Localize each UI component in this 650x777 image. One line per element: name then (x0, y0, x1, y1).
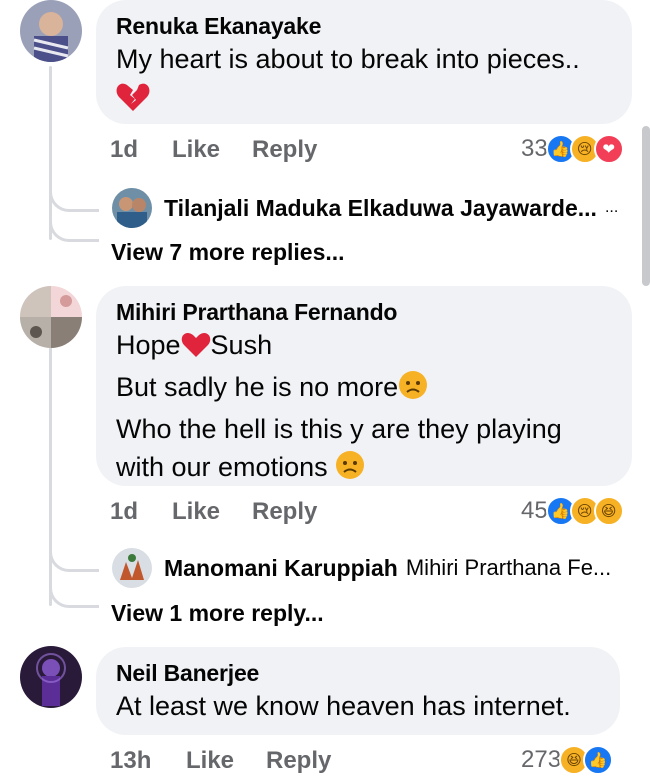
haha-icon: 😆 (593, 496, 624, 526)
reply-preview[interactable]: Manomani Karuppiah Mihiri Prarthana Fe..… (112, 548, 611, 588)
reaction-summary[interactable]: 45 👍 😢 😆 (521, 496, 624, 526)
comment-time[interactable]: 1d (110, 136, 138, 164)
comment-author[interactable]: Neil Banerjee (116, 659, 600, 687)
comment-bubble: Renuka Ekanayake My heart is about to br… (96, 0, 632, 124)
reply-author[interactable]: Manomani Karuppiah (164, 555, 398, 582)
like-icon: 👍 (583, 745, 614, 775)
reply-button[interactable]: Reply (252, 136, 317, 164)
reply-author[interactable]: Tilanjali Maduka Elkaduwa Jayawarde... (164, 195, 597, 222)
reply-preview[interactable]: Tilanjali Maduka Elkaduwa Jayawarde... .… (112, 188, 618, 228)
reaction-summary[interactable]: 273 😆 👍 (521, 745, 614, 775)
heart-icon (181, 330, 211, 368)
comment-text: with our emotions (116, 452, 328, 482)
thread-branch (49, 216, 99, 242)
comment-text-line: But sadly he is no more (116, 368, 612, 410)
avatar (112, 548, 152, 588)
avatar[interactable] (20, 646, 82, 708)
comment-text: Sush (210, 330, 273, 360)
reaction-count: 33 (521, 135, 548, 162)
comment-bubble: Mihiri Prarthana Fernando Hope Sush But s… (96, 286, 632, 486)
like-button[interactable]: Like (186, 747, 234, 775)
comment-text: But sadly he is no more (116, 372, 399, 402)
thread-line (49, 346, 52, 606)
thread-line (49, 66, 52, 240)
like-button[interactable]: Like (172, 498, 220, 526)
comment-text: Hope (116, 330, 181, 360)
comment-time[interactable]: 1d (110, 498, 138, 526)
comment-bubble: Neil Banerjee At least we know heaven ha… (96, 647, 620, 735)
like-button[interactable]: Like (172, 136, 220, 164)
avatar[interactable] (20, 0, 82, 62)
comment-text: My heart is about to break into pieces.. (116, 44, 580, 74)
reply-button[interactable]: Reply (252, 498, 317, 526)
love-icon: ❤ (593, 134, 624, 164)
broken-heart-icon (116, 82, 612, 117)
comment-text-line: with our emotions (116, 448, 612, 490)
avatar (112, 188, 152, 228)
reaction-count: 273 (521, 746, 562, 773)
sad-emoji-icon (335, 450, 365, 490)
reaction-summary[interactable]: 33 👍 😢 ❤ (521, 134, 624, 164)
comment-text-line: Hope Sush (116, 326, 612, 368)
comment-text: Who the hell is this y are they playing (116, 414, 562, 444)
comment-text: At least we know heaven has internet. (116, 691, 571, 721)
comment-author[interactable]: Mihiri Prarthana Fernando (116, 298, 612, 326)
sad-emoji-icon (398, 370, 428, 410)
reply-text: Mihiri Prarthana Fe... (405, 555, 612, 580)
reaction-count: 45 (521, 497, 548, 524)
comment-time[interactable]: 13h (110, 747, 151, 775)
scrollbar[interactable] (642, 126, 650, 286)
view-more-replies[interactable]: View 1 more reply... (111, 600, 324, 627)
reply-button[interactable]: Reply (266, 747, 331, 775)
reply-text: ... (604, 199, 619, 216)
thread-branch (49, 546, 99, 572)
thread-branch (49, 582, 99, 608)
view-more-replies[interactable]: View 7 more replies... (111, 239, 345, 266)
avatar[interactable] (20, 286, 82, 348)
thread-branch (49, 186, 99, 212)
comment-author[interactable]: Renuka Ekanayake (116, 12, 612, 40)
